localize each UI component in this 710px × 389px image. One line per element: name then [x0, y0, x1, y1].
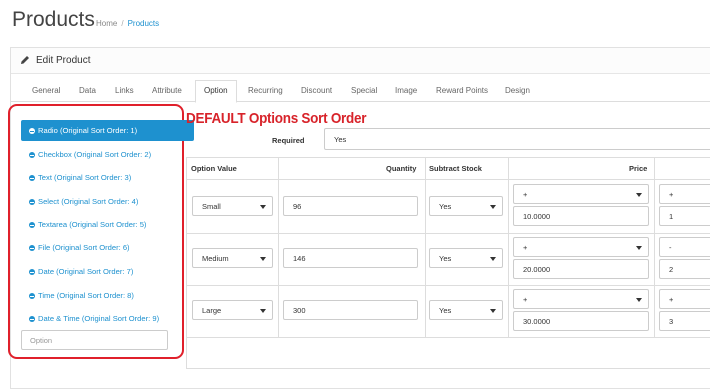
subtract-stock-select[interactable]: Yes	[429, 300, 503, 320]
tab-bar: General Data Links Attribute Option Recu…	[11, 80, 710, 103]
header-subtract-stock: Subtract Stock	[429, 164, 482, 173]
caret-down-icon	[636, 246, 642, 250]
caret-down-icon	[636, 298, 642, 302]
breadcrumb: Home / Products	[96, 19, 160, 28]
panel-heading: Edit Product	[11, 48, 710, 74]
header-quantity: Quantity	[386, 164, 417, 173]
caret-down-icon	[636, 193, 642, 197]
tab-option[interactable]: Option	[195, 80, 237, 103]
breadcrumb-home[interactable]: Home	[96, 19, 117, 28]
caret-down-icon	[260, 309, 266, 313]
minus-circle-icon	[29, 128, 35, 134]
required-label: Required	[272, 136, 305, 145]
option-item-text[interactable]: Text (Original Sort Order: 3)	[21, 167, 194, 188]
price-prefix-select[interactable]: +	[513, 184, 649, 204]
minus-circle-icon	[29, 293, 35, 299]
tab-design[interactable]: Design	[505, 81, 530, 101]
caret-down-icon	[260, 205, 266, 209]
price-input[interactable]: 30.0000	[513, 311, 649, 331]
column-divider	[508, 157, 509, 337]
quantity-input[interactable]: 146	[283, 248, 418, 268]
quantity-input[interactable]: 300	[283, 300, 418, 320]
breadcrumb-products[interactable]: Products	[128, 19, 160, 28]
subtract-stock-select[interactable]: Yes	[429, 196, 503, 216]
quantity-input[interactable]: 96	[283, 196, 418, 216]
tab-recurring[interactable]: Recurring	[248, 81, 283, 101]
page-title: Products	[12, 8, 95, 31]
minus-circle-icon	[29, 269, 35, 275]
option-item-radio[interactable]: Radio (Original Sort Order: 1)	[21, 120, 194, 141]
minus-circle-icon	[29, 316, 35, 322]
tab-image[interactable]: Image	[395, 81, 417, 101]
points-input[interactable]: 2	[659, 259, 710, 279]
option-value-select[interactable]: Small	[192, 196, 273, 216]
required-select[interactable]: Yes	[324, 128, 710, 150]
tab-data[interactable]: Data	[79, 81, 96, 101]
option-autocomplete-input[interactable]: Option	[21, 330, 168, 350]
price-input[interactable]: 20.0000	[513, 259, 649, 279]
points-prefix-select[interactable]: +	[659, 184, 710, 204]
option-item-date-time[interactable]: Date & Time (Original Sort Order: 9)	[21, 308, 194, 329]
tab-attribute[interactable]: Attribute	[152, 81, 182, 101]
option-item-time[interactable]: Time (Original Sort Order: 8)	[21, 285, 194, 306]
minus-circle-icon	[29, 152, 35, 158]
option-item-select[interactable]: Select (Original Sort Order: 4)	[21, 191, 194, 212]
option-item-textarea[interactable]: Textarea (Original Sort Order: 5)	[21, 214, 194, 235]
points-input[interactable]: 1	[659, 206, 710, 226]
minus-circle-icon	[29, 245, 35, 251]
tab-special[interactable]: Special	[351, 81, 377, 101]
minus-circle-icon	[29, 175, 35, 181]
points-prefix-select[interactable]: -	[659, 237, 710, 257]
caret-down-icon	[490, 309, 496, 313]
subtract-stock-select[interactable]: Yes	[429, 248, 503, 268]
option-item-checkbox[interactable]: Checkbox (Original Sort Order: 2)	[21, 144, 194, 165]
option-value-select[interactable]: Medium	[192, 248, 273, 268]
caret-down-icon	[490, 205, 496, 209]
column-divider	[654, 157, 655, 337]
points-input[interactable]: 3	[659, 311, 710, 331]
row-divider	[186, 337, 710, 338]
points-prefix-select[interactable]: +	[659, 289, 710, 309]
panel-title: Edit Product	[36, 55, 91, 66]
tab-reward-points[interactable]: Reward Points	[436, 81, 488, 101]
option-item-date[interactable]: Date (Original Sort Order: 7)	[21, 261, 194, 282]
header-option-value: Option Value	[191, 164, 237, 173]
caret-down-icon	[260, 257, 266, 261]
column-divider	[278, 157, 279, 337]
option-value-select[interactable]: Large	[192, 300, 273, 320]
price-input[interactable]: 10.0000	[513, 206, 649, 226]
column-divider	[425, 157, 426, 337]
row-divider	[186, 233, 710, 234]
option-item-file[interactable]: File (Original Sort Order: 6)	[21, 237, 194, 258]
header-price: Price	[629, 164, 648, 173]
caret-down-icon	[490, 257, 496, 261]
row-divider	[186, 285, 710, 286]
price-prefix-select[interactable]: +	[513, 237, 649, 257]
tab-discount[interactable]: Discount	[301, 81, 332, 101]
annotation-label: DEFAULT Options Sort Order	[186, 110, 367, 127]
minus-circle-icon	[29, 222, 35, 228]
price-prefix-select[interactable]: +	[513, 289, 649, 309]
tab-general[interactable]: General	[32, 81, 60, 101]
tab-links[interactable]: Links	[115, 81, 134, 101]
minus-circle-icon	[29, 199, 35, 205]
pencil-icon	[21, 56, 29, 64]
